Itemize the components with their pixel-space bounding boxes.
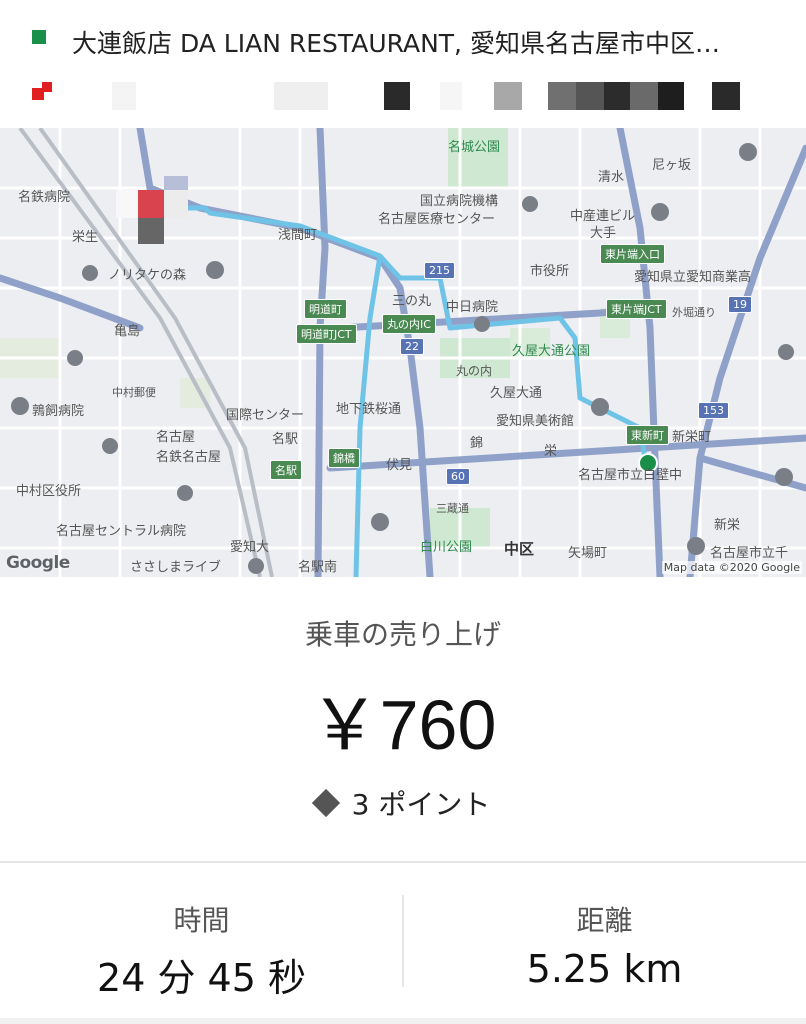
map-label: 名駅南 [298,560,338,575]
distance-label: 距離 [576,904,633,937]
map-label: 三蔵通 [436,502,469,515]
road-sign: 明道町JCT [296,324,357,344]
map-label: 名鉄病院 [18,190,71,205]
road-sign: 60 [446,468,470,485]
map-label: 愛知県美術館 [496,414,575,429]
map-label: 名古屋セントラル病院 [56,524,187,539]
road-sign: 丸の内IC [382,314,436,334]
map-label: 亀島 [114,324,141,339]
trip-stats: 時間 24 分 45 秒 距離 5.25 km [0,863,806,1018]
dropoff-address-redacted [112,82,136,110]
trip-header: 大連飯店 DA LIAN RESTAURANT, 愛知県名古屋市中区… [0,0,806,128]
dropoff-row [32,82,772,110]
road-sign: 22 [400,338,424,355]
map-label: 三の丸 [392,294,432,309]
bottom-bar [0,1018,806,1024]
map-label: 久屋大通 [490,386,543,401]
diamond-icon [311,788,340,818]
map-label: 名古屋市立白壁中 [578,468,683,483]
map-label: 尼ヶ坂 [652,158,692,173]
pickup-row: 大連飯店 DA LIAN RESTAURANT, 愛知県名古屋市中区… [32,29,720,58]
map-label: 清水 [598,170,625,185]
map-label: 外堀通り [672,306,716,319]
distance-stat: 距離 5.25 km [403,863,806,1018]
map-label: 愛知大 [230,540,270,555]
map-label: 名古屋 [156,430,196,445]
dropoff-address-redacted [712,82,740,110]
dropoff-address-redacted [630,82,658,110]
map-label: 名城公園 [448,140,501,155]
map-label: 白川公園 [420,540,473,555]
road-sign: 名駅 [270,460,302,480]
map-label: 地下鉄桜通 [336,402,402,417]
map-label: ノリタケの森 [108,268,187,283]
map-label: 中区 [504,540,535,558]
points-row: 3 ポイント [0,783,806,823]
map-attribution: Map data ©2020 Google [661,561,802,574]
map-label: ささしまライブ [130,560,222,575]
road-sign: 215 [424,262,455,279]
fare-label: 乗車の売り上げ [304,618,501,651]
distance-value: 5.25 km [526,947,683,991]
dropoff-address-redacted [274,82,328,110]
route-map[interactable]: 名鉄病院 名城公園 国立病院機構 名古屋医療センター 中産連ビル 清水 尼ヶ坂 … [0,128,806,577]
duration-stat: 時間 24 分 45 秒 [0,863,403,1018]
dropoff-address-redacted [548,82,576,110]
dropoff-marker-icon [32,82,52,100]
duration-value: 24 分 45 秒 [97,956,306,1000]
map-label: 国際センター [226,408,305,423]
map-label: 浅間町 [278,228,318,243]
map-label: 名鉄名古屋 [156,450,222,465]
map-label: 名古屋医療センター [378,212,496,227]
map-label: 新栄町 [672,430,712,445]
map-label: 愛知県立愛知商業高 [634,270,752,285]
map-label: 矢場町 [568,546,608,561]
road-sign: 明道町 [304,299,347,319]
road-sign: 東片端JCT [606,299,667,319]
dropoff-address-redacted [658,82,684,110]
map-label: 丸の内 [456,364,493,378]
dropoff-address-redacted [576,82,604,110]
map-label: 国立病院機構 [420,194,499,209]
dropoff-address-redacted [440,82,462,110]
points-value: 3 ポイント [351,788,491,821]
map-label: 栄 [544,444,558,459]
road-sign: 錦橋 [328,448,360,468]
map-label: 中日病院 [446,300,499,315]
road-sign: 東片端入口 [600,244,665,264]
dropoff-address-redacted [494,82,522,110]
map-label: 錦 [470,436,484,451]
map-label: 名駅 [272,432,299,447]
google-logo: Google [6,553,70,573]
map-label: 鶉飼病院 [32,404,85,419]
road-sign: 153 [698,402,729,419]
map-label: 中村郵便 [112,386,156,399]
dropoff-address-redacted [384,82,410,110]
pickup-marker-icon [32,30,46,44]
road-sign: 東新町 [626,425,669,445]
fare-section: 乗車の売り上げ ￥760 3 ポイント [0,577,806,861]
map-label: 久屋大通公園 [512,344,591,359]
map-label: 大手 [590,226,617,241]
map-label: 市役所 [530,264,570,279]
map-label: 栄生 [72,230,99,245]
fare-amount: ￥760 [309,686,497,764]
duration-label: 時間 [173,904,230,937]
map-label: 中村区役所 [16,484,82,499]
pickup-address: 大連飯店 DA LIAN RESTAURANT, 愛知県名古屋市中区… [72,29,720,58]
map-label: 新栄 [714,518,741,533]
map-label: 伏見 [386,458,413,473]
dropoff-address-redacted [604,82,630,110]
map-label: 名古屋市立千 [710,546,789,561]
road-sign: 19 [728,296,752,313]
